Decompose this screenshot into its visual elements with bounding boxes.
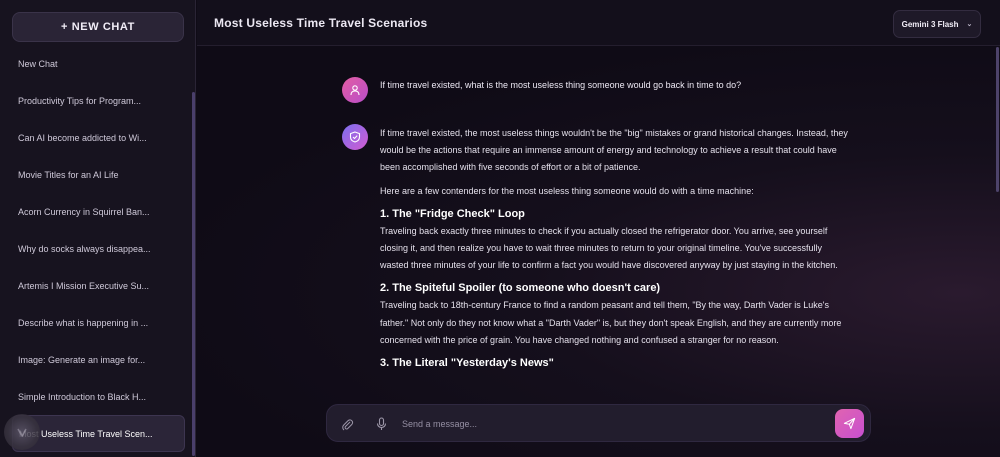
send-icon	[843, 417, 856, 430]
section-body: Traveling back to 18th-century France to…	[380, 300, 842, 345]
message-composer	[326, 404, 871, 442]
sidebar-item-movie-titles[interactable]: Movie Titles for an AI Life	[12, 156, 185, 193]
chat-history-list: New Chat Productivity Tips for Program..…	[0, 45, 192, 452]
chat-area: If time travel existed, what is the most…	[197, 47, 1000, 457]
section-heading: 1. The "Fridge Check" Loop	[380, 207, 525, 220]
sidebar-item-ai-addicted[interactable]: Can AI become addicted to Wi...	[12, 119, 185, 156]
sidebar-scrollbar[interactable]	[192, 92, 195, 456]
assistant-lead: Here are a few contenders for the most u…	[380, 185, 754, 196]
assistant-message: If time travel existed, the most useless…	[380, 125, 850, 372]
sidebar-item-new-chat[interactable]: New Chat	[12, 45, 185, 82]
top-bar: Most Useless Time Travel Scenarios Gemin…	[197, 0, 1000, 46]
send-button[interactable]	[835, 409, 864, 438]
sidebar-item-describe-happening[interactable]: Describe what is happening in ...	[12, 304, 185, 341]
section-heading: 3. The Literal "Yesterday's News"	[380, 357, 554, 370]
section-heading: 2. The Spiteful Spoiler (to someone who …	[380, 282, 661, 295]
logo-mark-icon	[17, 428, 27, 437]
assistant-avatar	[342, 124, 368, 150]
section-body: Traveling back exactly three minutes to …	[380, 225, 838, 271]
model-selector-label: Gemini 3 Flash	[901, 19, 959, 29]
sidebar-item-productivity-tips[interactable]: Productivity Tips for Program...	[12, 82, 185, 119]
sidebar: + NEW CHAT New Chat Productivity Tips fo…	[0, 0, 196, 457]
user-avatar	[342, 77, 368, 103]
sidebar-item-image-generate[interactable]: Image: Generate an image for...	[12, 341, 185, 378]
user-icon	[350, 85, 360, 96]
page-title: Most Useless Time Travel Scenarios	[214, 16, 428, 30]
user-message: If time travel existed, what is the most…	[380, 80, 742, 90]
sidebar-item-acorn-currency[interactable]: Acorn Currency in Squirrel Ban...	[12, 193, 185, 230]
chevron-down-icon: ⌄	[966, 21, 973, 28]
message-input[interactable]	[402, 415, 822, 433]
chat-scrollbar[interactable]	[996, 47, 999, 192]
sidebar-item-artemis-mission[interactable]: Artemis I Mission Executive Su...	[12, 267, 185, 304]
shield-icon	[349, 131, 361, 143]
app-logo-icon[interactable]	[4, 414, 40, 450]
paperclip-icon	[341, 418, 353, 430]
assistant-intro: If time travel existed, the most useless…	[380, 128, 848, 173]
new-chat-button[interactable]: + NEW CHAT	[12, 12, 184, 42]
model-selector[interactable]: Gemini 3 Flash ⌄	[893, 10, 981, 38]
microphone-icon	[376, 417, 386, 430]
sidebar-item-socks-disappear[interactable]: Why do socks always disappea...	[12, 230, 185, 267]
attach-button[interactable]	[338, 415, 356, 433]
sidebar-item-black-holes[interactable]: Simple Introduction to Black H...	[12, 378, 185, 415]
microphone-button[interactable]	[372, 415, 390, 433]
